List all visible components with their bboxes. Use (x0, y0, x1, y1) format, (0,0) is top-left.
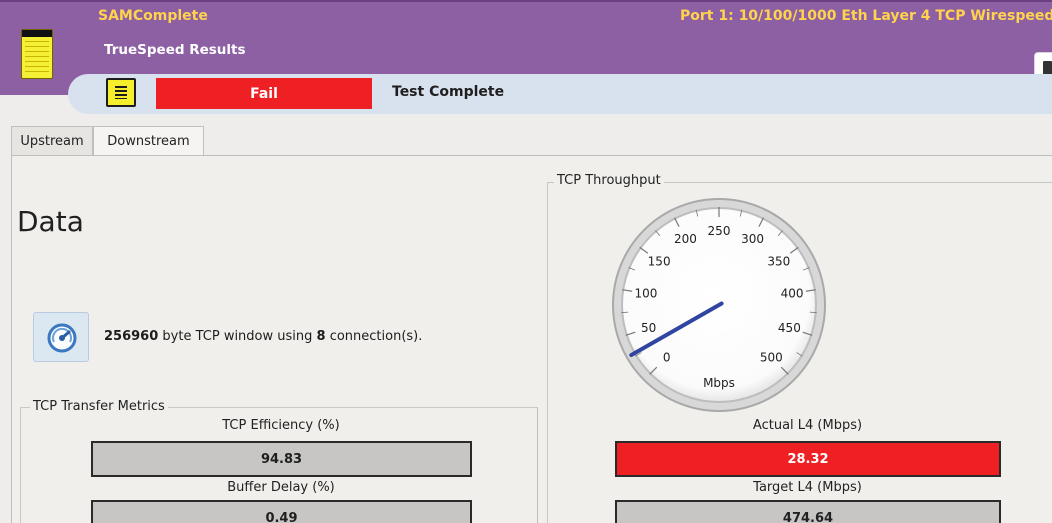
connection-summary-text: connection(s). (325, 329, 423, 344)
connection-count: 8 (316, 329, 326, 344)
tcp-throughput-label: TCP Throughput (554, 173, 664, 188)
buffer-delay-value: 0.49 (91, 500, 472, 523)
tcp-efficiency-value: 94.83 (91, 441, 472, 477)
app-title: SAMComplete (98, 8, 208, 24)
window-summary-text: byte TCP window using (158, 329, 317, 344)
report-button[interactable] (106, 78, 136, 107)
tcp-window-summary: 256960 byte TCP window using 8 connectio… (104, 329, 422, 344)
test-status: Test Complete (392, 84, 505, 100)
tab-downstream[interactable]: Downstream (93, 126, 204, 156)
fail-status-banner: Fail (156, 78, 372, 109)
header-top-line (0, 0, 1052, 2)
tcp-window-gauge-button[interactable] (33, 312, 89, 362)
window-byte-value: 256960 (104, 329, 159, 344)
app-document-icon[interactable] (21, 29, 53, 79)
buffer-delay-label: Buffer Delay (%) (227, 480, 335, 495)
actual-l4-label: Actual L4 (Mbps) (752, 418, 863, 433)
page-title: TrueSpeed Results (104, 42, 246, 58)
data-heading: Data (17, 205, 84, 238)
app-document-icon-top (22, 30, 52, 37)
tcp-efficiency-label: TCP Efficiency (%) (222, 418, 340, 433)
actual-l4-value: 28.32 (615, 441, 1001, 477)
tcp-transfer-metrics-label: TCP Transfer Metrics (30, 399, 168, 414)
truespeed-results-screen: SAMComplete TrueSpeed Results Port 1: 10… (0, 0, 1052, 523)
target-l4-label: Target L4 (Mbps) (753, 480, 862, 495)
target-l4-value: 474.64 (615, 500, 1001, 523)
gauge-icon (47, 323, 77, 353)
device-icon (1043, 61, 1052, 75)
app-document-icon-lines (25, 41, 49, 73)
port-title: Port 1: 10/100/1000 Eth Layer 4 TCP Wire… (680, 8, 1052, 24)
tab-upstream[interactable]: Upstream (11, 126, 93, 156)
report-icon (115, 86, 127, 99)
